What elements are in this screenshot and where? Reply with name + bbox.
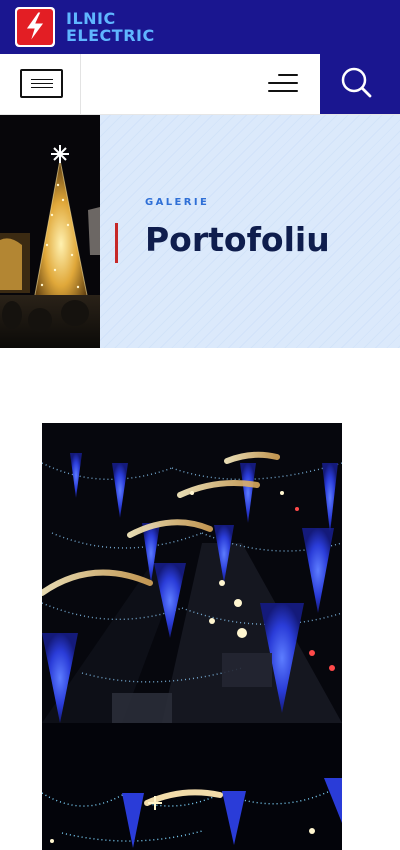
brand-name[interactable]: ILNIC ELECTRIC bbox=[66, 10, 155, 44]
search-button[interactable] bbox=[320, 54, 400, 114]
nav-bar bbox=[0, 54, 400, 115]
brand-name-line2: ELECTRIC bbox=[66, 26, 155, 45]
nav-divider bbox=[80, 54, 81, 114]
hamburger-line bbox=[278, 74, 298, 76]
christmas-tree-photo bbox=[0, 115, 100, 348]
hamburger-line bbox=[268, 82, 298, 84]
lightning-bolt-icon bbox=[17, 9, 53, 45]
christmas-street-lights-photo[interactable] bbox=[42, 423, 342, 723]
hero-title-panel: GALERIE Portofoliu bbox=[100, 115, 400, 348]
menu-toggle-button[interactable] bbox=[20, 69, 63, 98]
hamburger-icon[interactable] bbox=[268, 74, 298, 94]
logo-mark[interactable] bbox=[15, 7, 55, 47]
menu-line bbox=[31, 83, 53, 84]
hamburger-line bbox=[268, 90, 298, 92]
brand-name-line1: ILNIC bbox=[66, 9, 116, 28]
christmas-garland-photo[interactable] bbox=[42, 723, 342, 850]
menu-line bbox=[31, 87, 53, 88]
search-icon bbox=[341, 67, 372, 98]
page-title: Portofoliu bbox=[145, 220, 330, 259]
page-hero: GALERIE Portofoliu bbox=[0, 115, 400, 348]
menu-line bbox=[31, 79, 53, 80]
title-accent-bar bbox=[115, 223, 118, 263]
site-header: ILNIC ELECTRIC bbox=[0, 0, 400, 54]
section-eyebrow: GALERIE bbox=[145, 197, 210, 208]
